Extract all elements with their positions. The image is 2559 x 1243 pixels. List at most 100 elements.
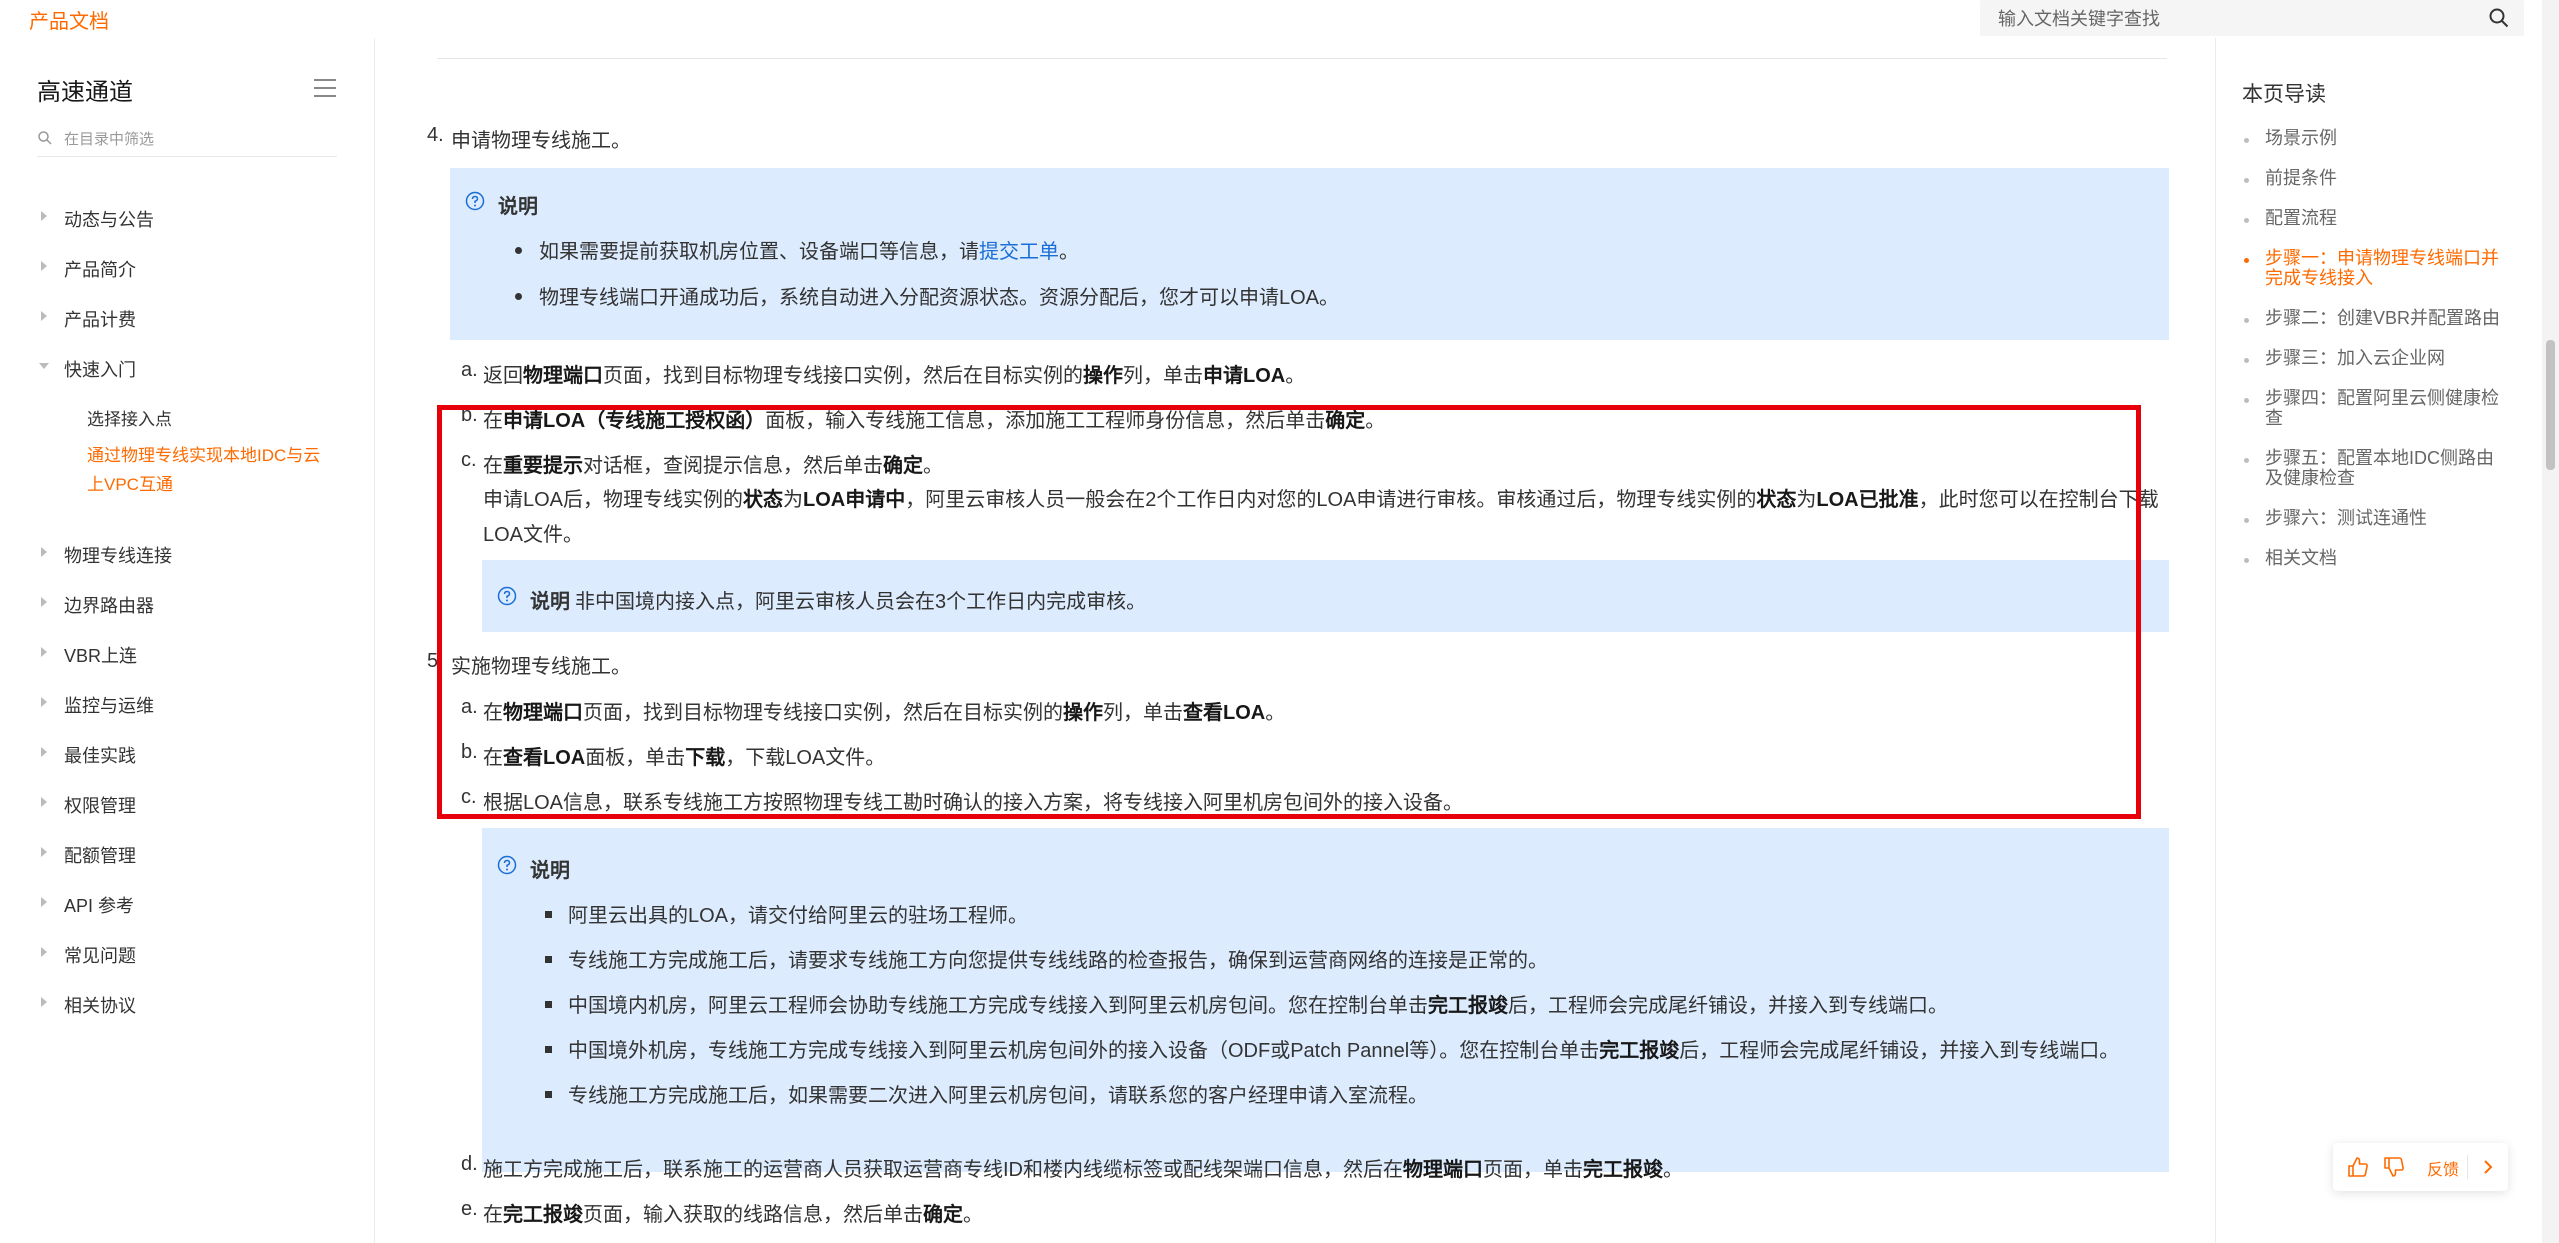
- brand-link[interactable]: 产品文档: [29, 5, 109, 34]
- toc-item-step6[interactable]: 步骤六：测试连通性: [2244, 508, 2504, 530]
- toc-item-step4[interactable]: 步骤四：配置阿里云侧健康检查: [2244, 388, 2504, 430]
- bullet: [2244, 178, 2249, 183]
- sidebar-item-faq[interactable]: 常见问题: [0, 936, 370, 970]
- sidebar-item-label: 动态与公告: [64, 210, 154, 230]
- feedback-widget: 反馈: [2333, 1143, 2508, 1191]
- sidebar-item-label: 权限管理: [64, 796, 136, 816]
- search-input[interactable]: 输入文档关键字查找: [1998, 5, 2160, 31]
- sidebar-item-news[interactable]: 动态与公告: [0, 200, 370, 234]
- divider: [437, 58, 2167, 59]
- toc-item-step3[interactable]: 步骤三：加入云企业网: [2244, 348, 2504, 370]
- bullet: [545, 1046, 552, 1053]
- chevron-down-icon: [39, 363, 49, 369]
- substep-marker: a.: [461, 359, 478, 381]
- sidebar-item-api[interactable]: API 参考: [0, 886, 370, 920]
- thumbs-down-icon[interactable]: [2383, 1156, 2405, 1178]
- bullet: [2244, 258, 2249, 263]
- toc-item-scenario[interactable]: 场景示例: [2244, 128, 2504, 150]
- sidebar-item-intro[interactable]: 产品简介: [0, 250, 370, 284]
- note-box: 说明 如果需要提前获取机房位置、设备端口等信息，请提交工单。 物理专线端口开通成…: [450, 168, 2169, 340]
- toc-item-label: 步骤五：配置本地IDC侧路由及健康检查: [2265, 448, 2494, 488]
- bullet: [2244, 458, 2249, 463]
- sidebar-title: 高速通道: [37, 79, 133, 106]
- sidebar-item-label: 常见问题: [64, 946, 136, 966]
- sidebar-item-billing[interactable]: 产品计费: [0, 300, 370, 334]
- thumbs-up-icon[interactable]: [2347, 1156, 2369, 1178]
- bullet: [2244, 558, 2249, 563]
- bullet: [2244, 358, 2249, 363]
- chevron-right-icon: [41, 797, 47, 807]
- bullet: [2244, 398, 2249, 403]
- toc-title: 本页导读: [2242, 83, 2326, 106]
- question-circle-icon: [465, 191, 485, 211]
- toc-item-flow[interactable]: 配置流程: [2244, 208, 2504, 230]
- sidebar-item-monitoring[interactable]: 监控与运维: [0, 686, 370, 720]
- substep-marker: e.: [461, 1198, 478, 1220]
- substep-text: 在完工报竣页面，输入获取的线路信息，然后单击确定。: [483, 1204, 983, 1226]
- toc-item-label: 相关文档: [2265, 548, 2337, 568]
- sidebar-item-label: 边界路由器: [64, 596, 154, 616]
- scrollbar[interactable]: [2542, 0, 2559, 1243]
- sidebar-item-label: 配额管理: [64, 846, 136, 866]
- sidebar-filter[interactable]: 在目录中筛选: [37, 122, 337, 157]
- note-text: 物理专线端口开通成功后，系统自动进入分配资源状态。资源分配后，您才可以申请LOA…: [539, 287, 1340, 309]
- toc-item-step5[interactable]: 步骤五：配置本地IDC侧路由及健康检查: [2244, 448, 2504, 490]
- page-toc: 本页导读 场景示例 前提条件 配置流程 步骤一：申请物理专线端口并完成专线接入 …: [2215, 38, 2551, 1243]
- note-text: 阿里云出具的LOA，请交付给阿里云的驻场工程师。: [568, 905, 1029, 927]
- bullet: [2244, 218, 2249, 223]
- sidebar-subitem-access-point[interactable]: 选择接入点: [87, 405, 172, 430]
- sidebar-item-border-router[interactable]: 边界路由器: [0, 586, 370, 620]
- chevron-right-icon[interactable]: [2478, 1157, 2498, 1177]
- sidebar-item-quickstart[interactable]: 快速入门: [0, 350, 370, 384]
- toc-item-related[interactable]: 相关文档: [2244, 548, 2504, 570]
- sidebar-filter-input[interactable]: 在目录中筛选: [64, 128, 154, 149]
- note-text: 中国境内机房，阿里云工程师会协助专线施工方完成专线接入到阿里云机房包间。您在控制…: [568, 995, 1948, 1017]
- sidebar-item-label: 最佳实践: [64, 746, 136, 766]
- divider: [2467, 1155, 2468, 1179]
- toc-item-label: 前提条件: [2265, 168, 2337, 188]
- toc-item-label: 步骤四：配置阿里云侧健康检查: [2265, 388, 2499, 428]
- feedback-button[interactable]: 反馈: [2427, 1156, 2459, 1180]
- bullet: [545, 956, 552, 963]
- note-box: 说明 阿里云出具的LOA，请交付给阿里云的驻场工程师。 专线施工方完成施工后，请…: [482, 828, 2169, 1172]
- sidebar-item-label: VBR上连: [64, 646, 138, 666]
- toc-item-label: 场景示例: [2265, 128, 2337, 148]
- bullet: [2244, 518, 2249, 523]
- sidebar-item-quota[interactable]: 配额管理: [0, 836, 370, 870]
- chevron-right-icon: [41, 261, 47, 271]
- bullet: [545, 911, 552, 918]
- search-icon[interactable]: [2488, 7, 2510, 29]
- chevron-right-icon: [41, 747, 47, 757]
- toc-item-step2[interactable]: 步骤二：创建VBR并配置路由: [2244, 308, 2504, 330]
- substep-text: 返回物理端口页面，找到目标物理专线接口实例，然后在目标实例的操作列，单击申请LO…: [483, 365, 1306, 387]
- sidebar-item-physical-line[interactable]: 物理专线连接: [0, 536, 370, 570]
- substep-marker: d.: [461, 1153, 478, 1175]
- note-title: 说明: [530, 860, 570, 882]
- chevron-right-icon: [41, 947, 47, 957]
- chevron-right-icon: [41, 847, 47, 857]
- sidebar-item-label: 相关协议: [64, 996, 136, 1016]
- chevron-right-icon: [41, 597, 47, 607]
- sidebar-item-permissions[interactable]: 权限管理: [0, 786, 370, 820]
- menu-icon[interactable]: [314, 78, 336, 98]
- bullet: [545, 1001, 552, 1008]
- toc-item-step1[interactable]: 步骤一：申请物理专线端口并完成专线接入: [2244, 248, 2504, 290]
- toc-item-prereq[interactable]: 前提条件: [2244, 168, 2504, 190]
- toc-item-label: 配置流程: [2265, 208, 2337, 228]
- chevron-right-icon: [41, 311, 47, 321]
- sidebar-item-label: 产品计费: [64, 310, 136, 330]
- note-text: 专线施工方完成施工后，如果需要二次进入阿里云机房包间，请联系您的客户经理申请入室…: [568, 1085, 1428, 1107]
- sidebar-item-agreements[interactable]: 相关协议: [0, 986, 370, 1020]
- scrollbar-thumb[interactable]: [2546, 340, 2555, 470]
- chevron-right-icon: [41, 647, 47, 657]
- sidebar-item-best-practice[interactable]: 最佳实践: [0, 736, 370, 770]
- search-icon: [38, 131, 52, 145]
- question-circle-icon: [497, 855, 517, 875]
- sidebar-subitem-active[interactable]: 通过物理专线实现本地IDC与云上VPC互通: [87, 441, 337, 499]
- search-box[interactable]: 输入文档关键字查找: [1980, 0, 2524, 36]
- sidebar-item-vbr[interactable]: VBR上连: [0, 636, 370, 670]
- step-number: 4.: [427, 124, 444, 146]
- sidebar-item-label: 产品简介: [64, 260, 136, 280]
- submit-ticket-link[interactable]: 提交工单: [979, 241, 1059, 263]
- substep-text: 施工方完成施工后，联系施工的运营商人员获取运营商专线ID和楼内线缆标签或配线架端…: [483, 1159, 1683, 1181]
